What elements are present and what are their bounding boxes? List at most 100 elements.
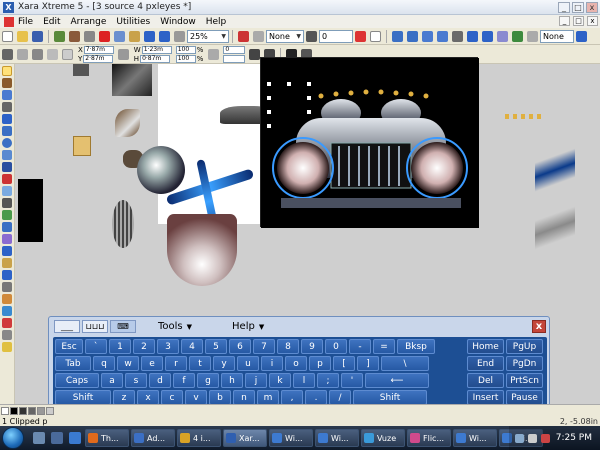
key-u[interactable]: u <box>237 356 259 371</box>
menu-arrange[interactable]: Arrange <box>71 17 107 27</box>
key-e[interactable]: e <box>141 356 163 371</box>
lock-scale-icon[interactable] <box>208 48 220 60</box>
key-backslash[interactable]: \ <box>381 356 429 371</box>
key-semicolon[interactable]: ; <box>317 373 339 388</box>
key-r[interactable]: r <box>165 356 187 371</box>
zoom-tool-icon[interactable] <box>2 270 12 280</box>
key-backtick[interactable]: ` <box>85 339 107 354</box>
colour-swatch[interactable] <box>28 406 36 415</box>
taskbar-button[interactable]: Vuze <box>361 429 405 447</box>
gold-dots-object[interactable] <box>505 114 545 119</box>
flip-vertical-icon[interactable] <box>482 30 493 42</box>
key-left-bracket[interactable]: [ <box>333 356 355 371</box>
taskbar-button[interactable]: Flic... <box>407 429 451 447</box>
dark-clipart-object[interactable] <box>112 64 152 96</box>
doc-minimize-button[interactable]: _ <box>559 16 570 26</box>
menu-window[interactable]: Window <box>160 17 196 27</box>
key-prtscn[interactable]: PrtScn <box>506 373 543 388</box>
switch-windows-icon[interactable] <box>51 432 63 444</box>
key-0[interactable]: 0 <box>325 339 347 354</box>
key-insert[interactable]: Insert <box>467 390 504 405</box>
network-icon[interactable] <box>514 433 524 443</box>
keyboard-mode-standard[interactable]: ⊔⊔⊔ <box>82 319 108 333</box>
play-icon[interactable] <box>576 30 587 42</box>
zoom-tool-icon[interactable] <box>174 30 185 42</box>
group-icon[interactable] <box>422 30 433 42</box>
import-icon[interactable] <box>54 30 65 42</box>
dice-object[interactable] <box>73 136 91 156</box>
sphere-eye-object[interactable] <box>137 146 185 194</box>
key-9[interactable]: 9 <box>301 339 323 354</box>
flip-horizontal-icon[interactable] <box>249 48 261 60</box>
width-field[interactable]: 1·23m <box>141 45 172 54</box>
colour-swatch[interactable] <box>19 406 27 415</box>
scale-y-field[interactable]: 100 <box>175 54 196 63</box>
help-tool-icon[interactable] <box>2 342 12 352</box>
x-position-field[interactable]: 7·87m <box>83 45 114 54</box>
open-folder-icon[interactable] <box>17 30 28 42</box>
push-tool-icon[interactable] <box>2 282 12 292</box>
document-icon[interactable] <box>4 16 14 27</box>
key-pgdn[interactable]: PgDn <box>506 356 543 371</box>
key-z[interactable]: z <box>113 390 135 405</box>
key-period[interactable]: . <box>305 390 327 405</box>
no-colour-swatch[interactable] <box>1 406 9 415</box>
zoom-select[interactable]: 25% ▼ <box>187 29 229 43</box>
wing-object[interactable] <box>115 109 140 137</box>
rectangle-tool-icon[interactable] <box>2 126 12 136</box>
photo-tool-icon[interactable] <box>2 294 12 304</box>
select-inside-icon[interactable] <box>2 48 13 60</box>
key-tab[interactable]: Tab <box>55 356 91 371</box>
copy-icon[interactable] <box>114 30 125 42</box>
key-caps-lock[interactable]: Caps <box>55 373 99 388</box>
quality-select[interactable]: None ▼ <box>266 29 304 43</box>
menu-edit[interactable]: Edit <box>43 17 60 27</box>
ellipse-tool-icon[interactable] <box>2 138 12 148</box>
lock-aspect-icon[interactable] <box>117 48 129 60</box>
render-quality-icon[interactable] <box>238 30 249 42</box>
save-icon[interactable] <box>32 30 43 42</box>
key-k[interactable]: k <box>269 373 291 388</box>
key-6[interactable]: 6 <box>229 339 251 354</box>
brush-tool-icon[interactable] <box>2 90 12 100</box>
paste-icon[interactable] <box>129 30 140 42</box>
key-o[interactable]: o <box>285 356 307 371</box>
taskbar-button[interactable]: Ad... <box>131 429 175 447</box>
ungroup-icon[interactable] <box>437 30 448 42</box>
grid-snap-icon[interactable] <box>253 30 264 42</box>
scale-lines-icon[interactable] <box>47 48 58 60</box>
key-backspace[interactable]: Bksp <box>397 339 435 354</box>
show-desktop-icon[interactable] <box>33 432 45 444</box>
xara-app-icon[interactable]: X <box>3 1 14 13</box>
key-p[interactable]: p <box>309 356 331 371</box>
volume-icon[interactable] <box>527 433 537 443</box>
key-home[interactable]: Home <box>467 339 504 354</box>
align-icon[interactable] <box>452 30 463 42</box>
bounds-handles-icon[interactable] <box>17 48 28 60</box>
menu-utilities[interactable]: Utilities <box>116 17 150 27</box>
key-f[interactable]: f <box>173 373 195 388</box>
fragment-object[interactable] <box>73 64 89 76</box>
taskbar-button[interactable]: Wi... <box>453 429 497 447</box>
colour-swatch[interactable] <box>46 406 54 415</box>
colour-picker-icon[interactable] <box>2 318 12 328</box>
arrange-back-icon[interactable] <box>407 30 418 42</box>
key-5[interactable]: 5 <box>205 339 227 354</box>
keyboard-mode-full[interactable]: ⌨ <box>110 319 136 333</box>
clock[interactable]: 7:25 PM <box>556 433 592 443</box>
text-tool-icon[interactable] <box>2 162 12 172</box>
key-slash[interactable]: / <box>329 390 351 405</box>
key-q[interactable]: q <box>93 356 115 371</box>
undo-icon[interactable] <box>144 30 155 42</box>
scale-x-field[interactable]: 100 <box>175 45 196 54</box>
key-w[interactable]: w <box>117 356 139 371</box>
key-end[interactable]: End <box>467 356 504 371</box>
key-7[interactable]: 7 <box>253 339 275 354</box>
key-4[interactable]: 4 <box>181 339 203 354</box>
flip-horizontal-icon[interactable] <box>467 30 478 42</box>
mould-tool-icon[interactable] <box>2 246 12 256</box>
key-c[interactable]: c <box>161 390 183 405</box>
selector-tool-icon[interactable] <box>2 66 12 76</box>
key-g[interactable]: g <box>197 373 219 388</box>
key-equals[interactable]: = <box>373 339 395 354</box>
